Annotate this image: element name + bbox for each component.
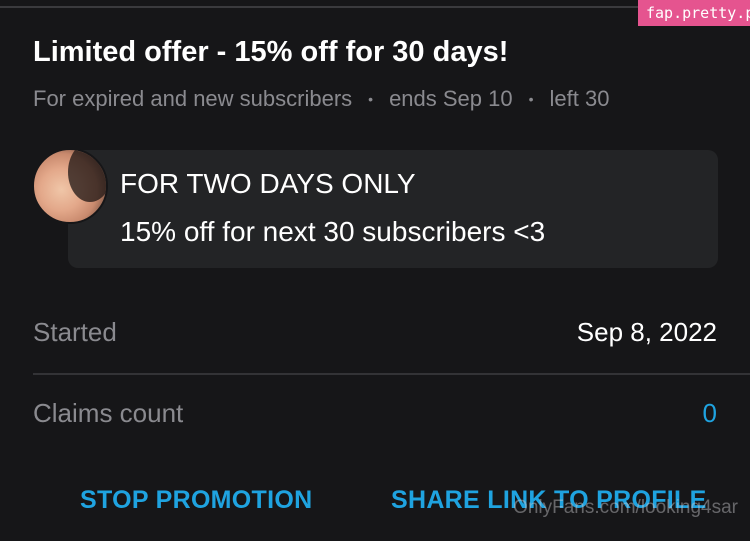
promo-end-date: ends Sep 10: [389, 86, 513, 111]
promo-title: Limited offer - 15% off for 30 days!: [33, 36, 509, 68]
promo-meta: For expired and new subscribers • ends S…: [33, 86, 609, 112]
started-value: Sep 8, 2022: [576, 317, 717, 347]
avatar-image: [68, 150, 106, 202]
details-divider: [33, 373, 750, 375]
site-watermark: fap.pretty.porn: [638, 0, 750, 26]
promo-message-headline: FOR TWO DAYS ONLY: [120, 168, 416, 199]
separator-dot: •: [528, 91, 534, 107]
avatar[interactable]: [32, 148, 108, 224]
promotion-screen: fap.pretty.porn Limited offer - 15% off …: [0, 0, 750, 541]
promo-message-body: 15% off for next 30 subscribers <3: [120, 216, 546, 247]
stop-promotion-button[interactable]: STOP PROMOTION: [80, 486, 312, 515]
profile-watermark: OnlyFans.com/looking4sar: [513, 497, 738, 518]
separator-dot: •: [368, 91, 374, 107]
promo-remaining: left 30: [549, 86, 610, 111]
claims-count-label: Claims count: [33, 398, 184, 428]
started-label: Started: [33, 317, 117, 347]
claims-count-value[interactable]: 0: [703, 398, 717, 429]
promo-audience: For expired and new subscribers: [33, 86, 353, 111]
